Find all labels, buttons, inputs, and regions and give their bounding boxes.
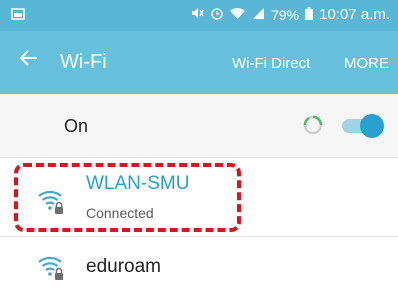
more-button[interactable]: MORE bbox=[344, 55, 389, 72]
signal-icon bbox=[251, 7, 265, 23]
battery-icon bbox=[305, 6, 314, 23]
wifi-toggle-switch[interactable] bbox=[340, 114, 384, 138]
network-name: eduroam bbox=[86, 256, 161, 277]
battery-percentage: 79% bbox=[271, 6, 300, 23]
clock: 10:07 a.m. bbox=[319, 6, 390, 23]
wifi-locked-icon bbox=[36, 254, 66, 282]
page-title: Wi-Fi bbox=[60, 51, 107, 73]
alarm-icon bbox=[210, 6, 224, 23]
wifi-state-label: On bbox=[64, 116, 89, 136]
back-arrow-icon[interactable] bbox=[19, 48, 39, 73]
list-divider bbox=[0, 236, 398, 237]
toggle-thumb bbox=[360, 114, 384, 138]
app-bar: Wi-Fi Wi-Fi Direct MORE bbox=[0, 31, 398, 94]
mute-icon bbox=[190, 6, 204, 23]
network-item[interactable]: eduroam bbox=[0, 236, 398, 294]
wifi-direct-button[interactable]: Wi-Fi Direct bbox=[232, 55, 310, 72]
scanning-spinner-icon bbox=[302, 114, 324, 136]
wifi-master-switch-row[interactable]: On bbox=[0, 94, 398, 158]
status-icons: 79% 10:07 a.m. bbox=[190, 6, 390, 23]
status-bar: 79% 10:07 a.m. bbox=[0, 0, 398, 31]
connected-network-highlight bbox=[14, 163, 241, 232]
wifi-status-icon bbox=[230, 7, 246, 23]
notification-image-icon bbox=[11, 7, 25, 24]
